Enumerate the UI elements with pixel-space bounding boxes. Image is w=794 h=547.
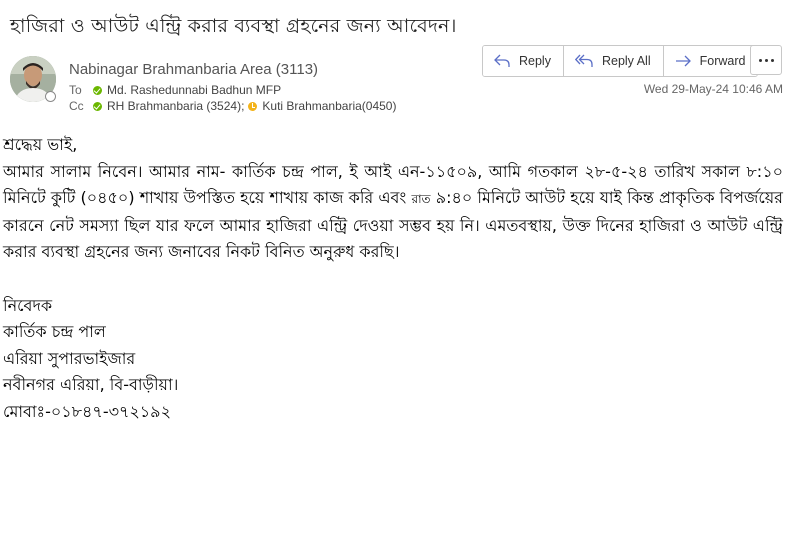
forward-label: Forward bbox=[699, 54, 746, 68]
sender-name[interactable]: Nabinagar Brahmanbaria Area (3113) bbox=[69, 61, 318, 78]
available-status-icon bbox=[93, 85, 102, 95]
cc-row: Cc RH Brahmanbaria (3524); Kuti Brahmanb… bbox=[69, 99, 396, 113]
cc-recipient[interactable]: Kuti Brahmanbaria(0450) bbox=[262, 99, 396, 113]
forward-icon bbox=[675, 55, 691, 67]
signature-line: নিবেদক bbox=[3, 295, 53, 315]
to-label: To bbox=[69, 83, 82, 97]
forward-button[interactable]: Forward bbox=[663, 46, 758, 76]
more-icon[interactable] bbox=[750, 45, 782, 75]
to-row: To Md. Rashedunnabi Badhun MFP bbox=[69, 83, 281, 97]
message-body: শ্রদ্ধেয় ভাই, আমার সালাম নিবেন। আমার না… bbox=[3, 132, 783, 425]
to-recipient[interactable]: Md. Rashedunnabi Badhun MFP bbox=[107, 83, 281, 97]
available-status-icon bbox=[93, 101, 102, 111]
cc-recipient[interactable]: RH Brahmanbaria (3524); bbox=[107, 99, 244, 113]
reply-icon bbox=[494, 54, 510, 67]
signature-line: মোবাঃ-০১৮৪৭-৩৭২১৯২ bbox=[3, 401, 171, 421]
reply-all-icon bbox=[574, 54, 593, 67]
away-status-icon bbox=[248, 101, 258, 111]
signature-line: কার্তিক চন্দ্র পাল bbox=[3, 322, 106, 341]
reply-button[interactable]: Reply bbox=[483, 46, 564, 76]
reply-all-label: Reply All bbox=[601, 54, 651, 68]
signature-line: নবীনগর এরিয়া, বি-বাড়ীয়া। bbox=[3, 375, 179, 394]
received-datetime: Wed 29-May-24 10:46 AM bbox=[643, 82, 783, 96]
body-paragraph: আমার সালাম নিবেন। আমার নাম- কার্তিক চন্দ… bbox=[3, 159, 783, 266]
message-actions: Reply Reply All Forward bbox=[482, 45, 759, 77]
reply-all-button[interactable]: Reply All bbox=[563, 46, 664, 76]
reply-label: Reply bbox=[519, 54, 551, 68]
cc-label: Cc bbox=[69, 99, 84, 113]
salutation: শ্রদ্ধেয় ভাই, bbox=[3, 135, 78, 154]
signature-line: এরিয়া সুপারভাইজার bbox=[3, 348, 136, 368]
email-subject: হাজিরা ও আউট এন্ট্রি করার ব্যবস্থা গ্রহন… bbox=[10, 15, 457, 37]
paragraph-small-text: রাত bbox=[411, 192, 431, 206]
presence-status-icon bbox=[45, 91, 56, 102]
